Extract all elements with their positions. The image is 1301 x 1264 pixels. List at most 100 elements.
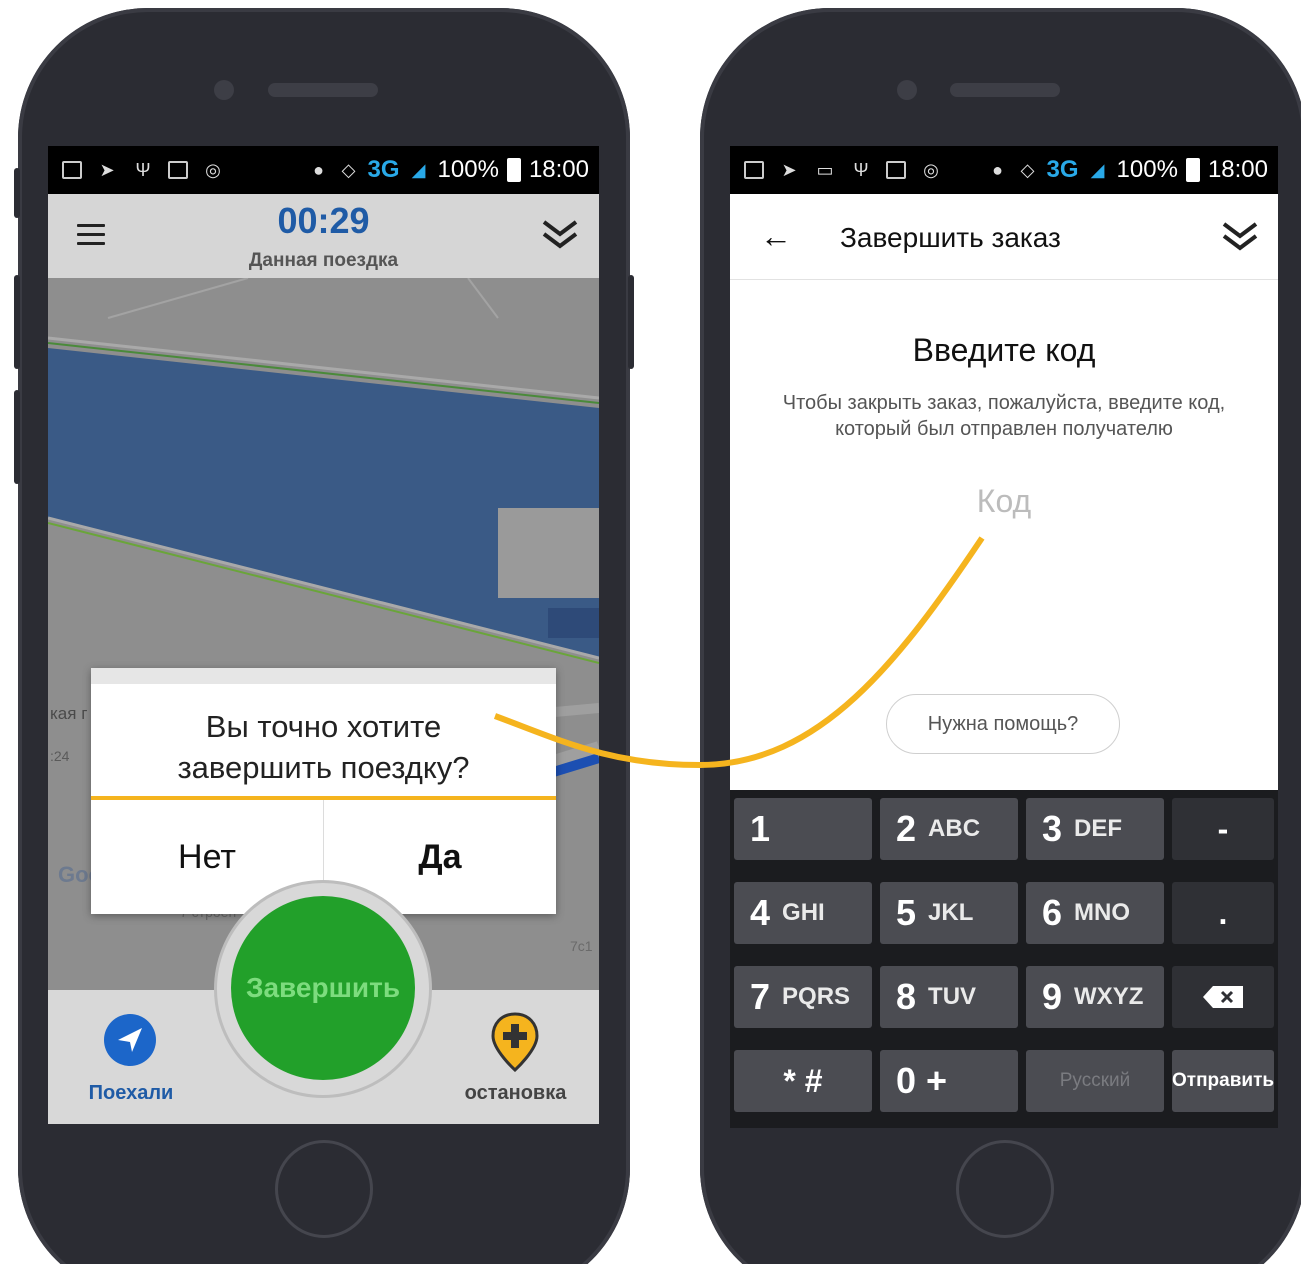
dialog-message-line1: Вы точно хотите <box>205 709 442 744</box>
key-5[interactable]: 5 JKL <box>880 882 1018 944</box>
key-letters: PQRS <box>782 983 851 1010</box>
key-8[interactable]: 8 TUV <box>880 966 1018 1028</box>
keyboard-icon: ▭ <box>816 160 834 180</box>
numeric-keyboard: 1 2 ABC 3 DEF - 4 GHI 5 JKL 6 MNO . 7 PQRS 8 TU… <box>730 790 1278 1128</box>
key-letters: TUV <box>928 983 977 1010</box>
battery-percent: 100% <box>1116 156 1178 183</box>
key-number: 5 <box>896 892 917 933</box>
key-dash[interactable]: - <box>1172 798 1274 860</box>
add-stop-icon[interactable] <box>491 1012 539 1072</box>
front-camera <box>897 80 917 100</box>
key-7[interactable]: 7 PQRS <box>734 966 872 1028</box>
location-pin-icon: ● <box>992 160 1003 180</box>
key-backspace[interactable] <box>1172 966 1274 1028</box>
status-bar: ➤ ▭ Ψ ◎ ● ◇ 3G ◢ 100% 18:00 <box>730 146 1278 194</box>
battery-percent: 100% <box>437 156 499 183</box>
image-icon <box>168 161 188 179</box>
navigation-icon: ➤ <box>99 160 115 180</box>
mute-switch <box>14 168 20 218</box>
power-button <box>628 275 634 369</box>
need-help-button[interactable]: Нужна помощь? <box>886 694 1120 754</box>
back-arrow-icon[interactable]: ← <box>760 218 792 255</box>
collapse-chevron-icon[interactable] <box>540 216 580 254</box>
key-letters: ABC <box>928 815 981 842</box>
key-letters: MNO <box>1074 899 1131 926</box>
trip-subtitle: Данная поездка <box>248 250 399 271</box>
key-letters: JKL <box>928 899 974 926</box>
finish-trip-button[interactable]: Завершить <box>231 896 415 1080</box>
earpiece-speaker <box>950 83 1060 97</box>
key-star-hash[interactable]: * # <box>734 1050 872 1112</box>
battery-icon <box>1185 158 1200 182</box>
usb-icon: Ψ <box>853 160 869 180</box>
app-notification-icon <box>744 161 764 179</box>
network-type: 3G <box>1046 156 1079 183</box>
confirm-finish-dialog: Вы точно хотите завершить поездку? Нет Д… <box>91 668 556 914</box>
key-number: 8 <box>896 976 917 1017</box>
key-number: 7 <box>750 976 771 1017</box>
trip-timer: 00:29 <box>277 200 370 241</box>
key-language-label: Русский <box>1059 1070 1131 1091</box>
key-number: 4 <box>750 892 771 933</box>
backspace-icon <box>1203 986 1243 1008</box>
home-button[interactable] <box>275 1140 373 1238</box>
network-type: 3G <box>367 156 400 183</box>
vibrate-icon: ◎ <box>923 160 939 180</box>
clock: 18:00 <box>1207 156 1268 183</box>
key-symbol: 0 + <box>896 1060 948 1101</box>
key-2[interactable]: 2 ABC <box>880 798 1018 860</box>
status-bar: ➤ Ψ ◎ ● ◇ 3G ◢ 100% 18:00 <box>48 146 599 194</box>
stage: ➤ Ψ ◎ ● ◇ 3G ◢ 100% 18:00 00:29 Данная п… <box>0 0 1301 1264</box>
image-icon <box>886 161 906 179</box>
key-symbol: - <box>1217 810 1229 847</box>
key-language[interactable]: Русский <box>1026 1050 1164 1112</box>
key-3[interactable]: 3 DEF <box>1026 798 1164 860</box>
location-pin-icon: ● <box>313 160 324 180</box>
trip-header: 00:29 Данная поездка <box>48 194 599 278</box>
app-notification-icon <box>62 161 82 179</box>
volume-down-button <box>14 390 20 484</box>
key-number: 1 <box>750 808 771 849</box>
page-title: Завершить заказ <box>840 222 1061 253</box>
signal-icon: ◢ <box>1090 160 1105 180</box>
key-dot[interactable]: . <box>1172 882 1274 944</box>
code-input[interactable] <box>904 476 1104 526</box>
rotation-icon: ◇ <box>1020 160 1035 180</box>
signal-icon: ◢ <box>411 160 426 180</box>
key-1[interactable]: 1 <box>734 798 872 860</box>
key-letters: DEF <box>1074 815 1123 842</box>
rotation-icon: ◇ <box>341 160 356 180</box>
volume-up-button <box>14 275 20 369</box>
clock: 18:00 <box>528 156 589 183</box>
key-symbol: . <box>1218 894 1228 931</box>
key-number: 3 <box>1042 808 1063 849</box>
dialog-message-line2: завершить поездку? <box>177 750 470 785</box>
enter-code-description: Чтобы закрыть заказ, пожалуйста, введите… <box>782 392 1226 440</box>
key-0-plus[interactable]: 0 + <box>880 1050 1018 1112</box>
battery-icon <box>506 158 521 182</box>
key-4[interactable]: 4 GHI <box>734 882 872 944</box>
key-letters: WXYZ <box>1074 983 1144 1010</box>
front-camera <box>214 80 234 100</box>
usb-icon: Ψ <box>135 160 151 180</box>
complete-order-header: ← Завершить заказ <box>730 194 1278 280</box>
left-screen: ➤ Ψ ◎ ● ◇ 3G ◢ 100% 18:00 00:29 Данная п… <box>48 146 599 1124</box>
key-send-label: Отправить <box>1172 1070 1275 1091</box>
dialog-message: Вы точно хотите завершить поездку? <box>91 706 556 788</box>
collapse-chevron-icon[interactable] <box>1220 218 1260 256</box>
key-9[interactable]: 9 WXYZ <box>1026 966 1164 1028</box>
key-number: 9 <box>1042 976 1063 1017</box>
key-6[interactable]: 6 MNO <box>1026 882 1164 944</box>
navigation-icon: ➤ <box>781 160 797 180</box>
home-button[interactable] <box>956 1140 1054 1238</box>
go-navigation-icon[interactable] <box>104 1014 156 1066</box>
key-number: 6 <box>1042 892 1063 933</box>
key-send[interactable]: Отправить <box>1172 1050 1274 1112</box>
right-screen: ➤ ▭ Ψ ◎ ● ◇ 3G ◢ 100% 18:00 ← Завершить … <box>730 146 1278 1128</box>
enter-code-title: Введите код <box>912 332 1096 368</box>
go-nav-label[interactable]: Поехали <box>86 1082 176 1105</box>
key-letters: GHI <box>782 899 825 926</box>
vibrate-icon: ◎ <box>205 160 221 180</box>
key-symbol: * # <box>783 1062 823 1099</box>
stop-nav-label[interactable]: остановка <box>458 1082 573 1105</box>
